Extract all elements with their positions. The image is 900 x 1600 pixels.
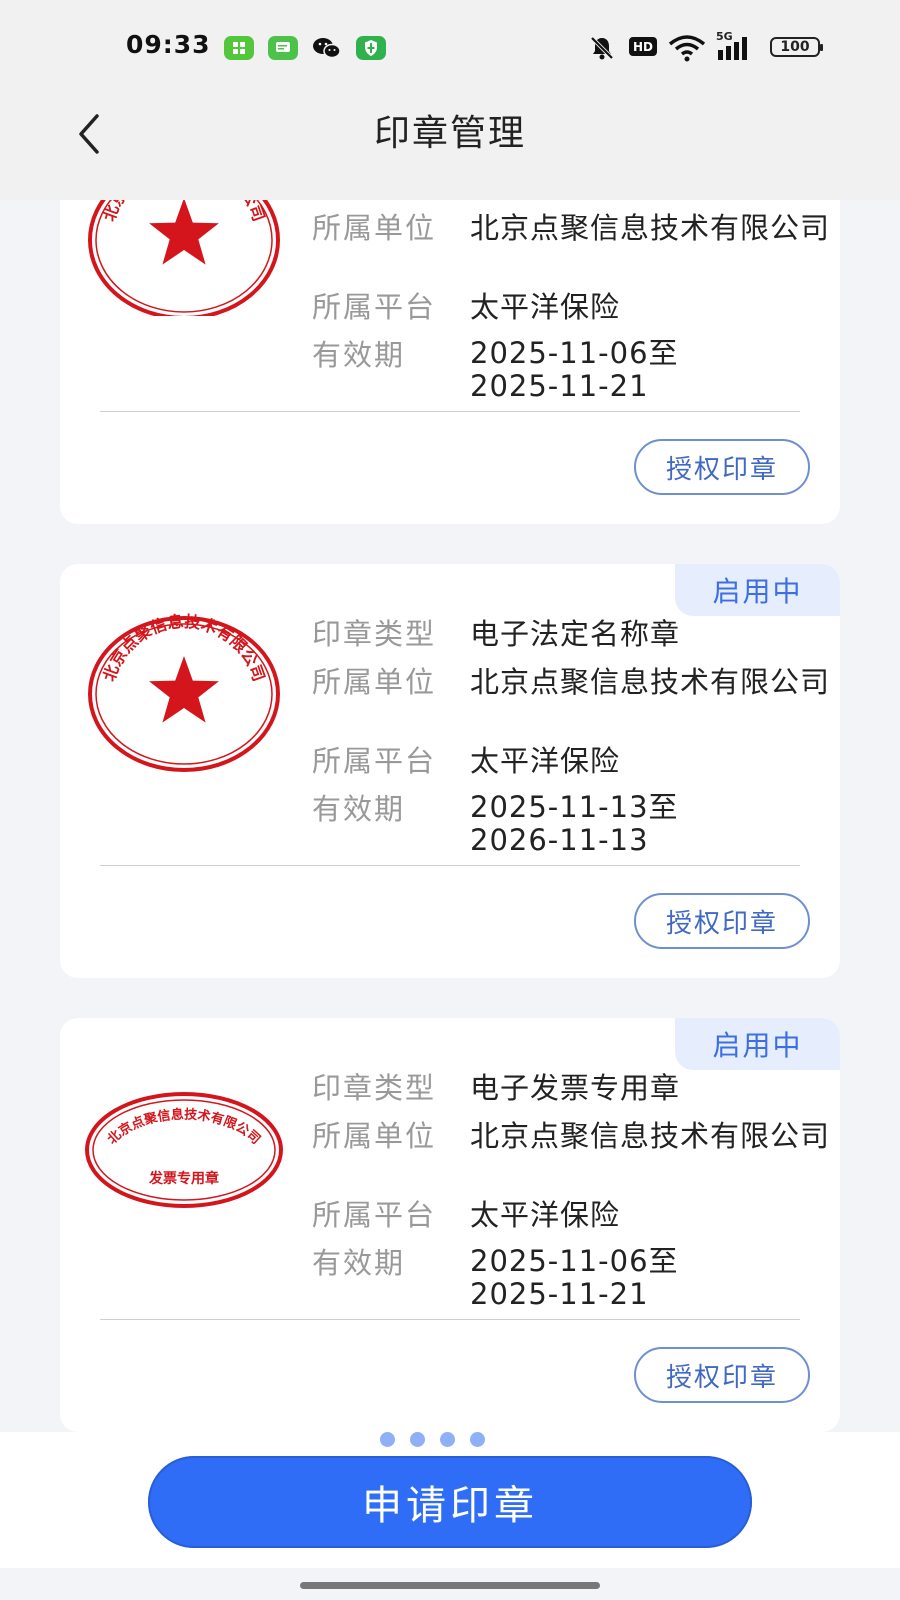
status-bar: 09:33 HD 5G 100 xyxy=(0,0,900,96)
type-value: 电子发票专用章 xyxy=(470,1071,681,1105)
unit-label: 所属单位 xyxy=(312,665,437,699)
platform-value: 太平洋保险 xyxy=(470,1198,621,1232)
apply-seal-button[interactable]: 申请印章 xyxy=(148,1456,752,1548)
type-label: 印章类型 xyxy=(312,1071,437,1105)
unit-label: 所属单位 xyxy=(312,1119,437,1153)
seal-image: 北京点聚信息技术有限公司 发票专用章 xyxy=(84,1090,284,1214)
svg-text:北京点聚信息技术有限公司: 北京点聚信息技术有限公司 xyxy=(105,1107,263,1148)
cellular-signal-icon: 5G xyxy=(716,30,754,64)
wifi-icon xyxy=(668,32,706,64)
page-dot xyxy=(380,1432,395,1447)
platform-label: 所属平台 xyxy=(312,744,437,778)
platform-value: 太平洋保险 xyxy=(470,744,621,778)
validity-value: 2025-11-13至 2026-11-13 xyxy=(470,791,830,857)
app-store-icon xyxy=(224,36,254,60)
card-divider xyxy=(100,865,800,866)
card-divider xyxy=(100,1319,800,1320)
platform-value: 太平洋保险 xyxy=(470,290,621,324)
validity-end: 2025-11-21 xyxy=(470,1277,649,1311)
card-divider xyxy=(100,411,800,412)
platform-label: 所属平台 xyxy=(312,1198,437,1232)
seal-image: 北京点聚信息技术有限公司 xyxy=(84,200,284,320)
authorize-seal-button[interactable]: 授权印章 xyxy=(634,1347,810,1403)
validity-label: 有效期 xyxy=(312,338,406,372)
seal-image: 北京点聚信息技术有限公司 xyxy=(84,612,284,780)
validity-value: 2025-11-06至 2025-11-21 xyxy=(470,337,830,403)
validity-end: 2026-11-13 xyxy=(470,823,649,857)
battery-indicator: 100 xyxy=(770,37,823,57)
bottom-action-area: 申请印章 xyxy=(0,1432,900,1568)
page-dot xyxy=(410,1432,425,1447)
page-dot-active xyxy=(500,1432,515,1447)
unit-value: 北京点聚信息技术有限公司 xyxy=(470,665,831,699)
page-indicator xyxy=(380,1432,515,1447)
type-value: 电子法定名称章 xyxy=(470,617,681,651)
home-indicator[interactable] xyxy=(300,1582,600,1589)
validity-value: 2025-11-06至 2025-11-21 xyxy=(470,1245,830,1311)
authorize-seal-button[interactable]: 授权印章 xyxy=(634,439,810,495)
status-time: 09:33 xyxy=(126,30,211,59)
seal-arc-text: 北京点聚信息技术有限公司 xyxy=(105,1107,263,1148)
status-badge: 启用中 xyxy=(675,564,840,616)
validity-start: 2025-11-06至 xyxy=(470,336,679,370)
validity-start: 2025-11-06至 xyxy=(470,1244,679,1278)
status-badge: 启用中 xyxy=(675,1018,840,1070)
seal-subtext: 发票专用章 xyxy=(148,1170,219,1187)
seal-card: 启用中 北京点聚信息技术有限公司 印章类型 电子法定名称章 所属单位 北京点聚信… xyxy=(60,564,840,978)
hd-badge: HD xyxy=(629,37,657,56)
unit-value: 北京点聚信息技术有限公司 xyxy=(470,211,831,245)
wechat-icon xyxy=(312,36,342,60)
seal-list[interactable]: 北京点聚信息技术有限公司 所属单位 北京点聚信息技术有限公司 所属平台 太平洋保… xyxy=(0,200,900,1432)
mute-bell-icon xyxy=(588,32,616,64)
navigation-bar: 印章管理 xyxy=(0,96,900,200)
page-dot xyxy=(440,1432,455,1447)
unit-value: 北京点聚信息技术有限公司 xyxy=(470,1119,831,1153)
network-type-label: 5G xyxy=(716,30,733,43)
gesture-area xyxy=(0,1568,900,1600)
seal-card: 北京点聚信息技术有限公司 所属单位 北京点聚信息技术有限公司 所属平台 太平洋保… xyxy=(60,200,840,524)
validity-label: 有效期 xyxy=(312,1246,406,1280)
unit-label: 所属单位 xyxy=(312,211,437,245)
page-title: 印章管理 xyxy=(373,113,526,154)
authorize-seal-button[interactable]: 授权印章 xyxy=(634,893,810,949)
validity-end: 2025-11-21 xyxy=(470,369,649,403)
validity-start: 2025-11-13至 xyxy=(470,790,679,824)
messages-icon xyxy=(268,36,298,60)
page-dot xyxy=(470,1432,485,1447)
security-shield-icon xyxy=(356,36,386,60)
validity-label: 有效期 xyxy=(312,792,406,826)
platform-label: 所属平台 xyxy=(312,290,437,324)
seal-card: 启用中 北京点聚信息技术有限公司 发票专用章 印章类型 电子发票专用章 所属单位… xyxy=(60,1018,840,1432)
type-label: 印章类型 xyxy=(312,617,437,651)
